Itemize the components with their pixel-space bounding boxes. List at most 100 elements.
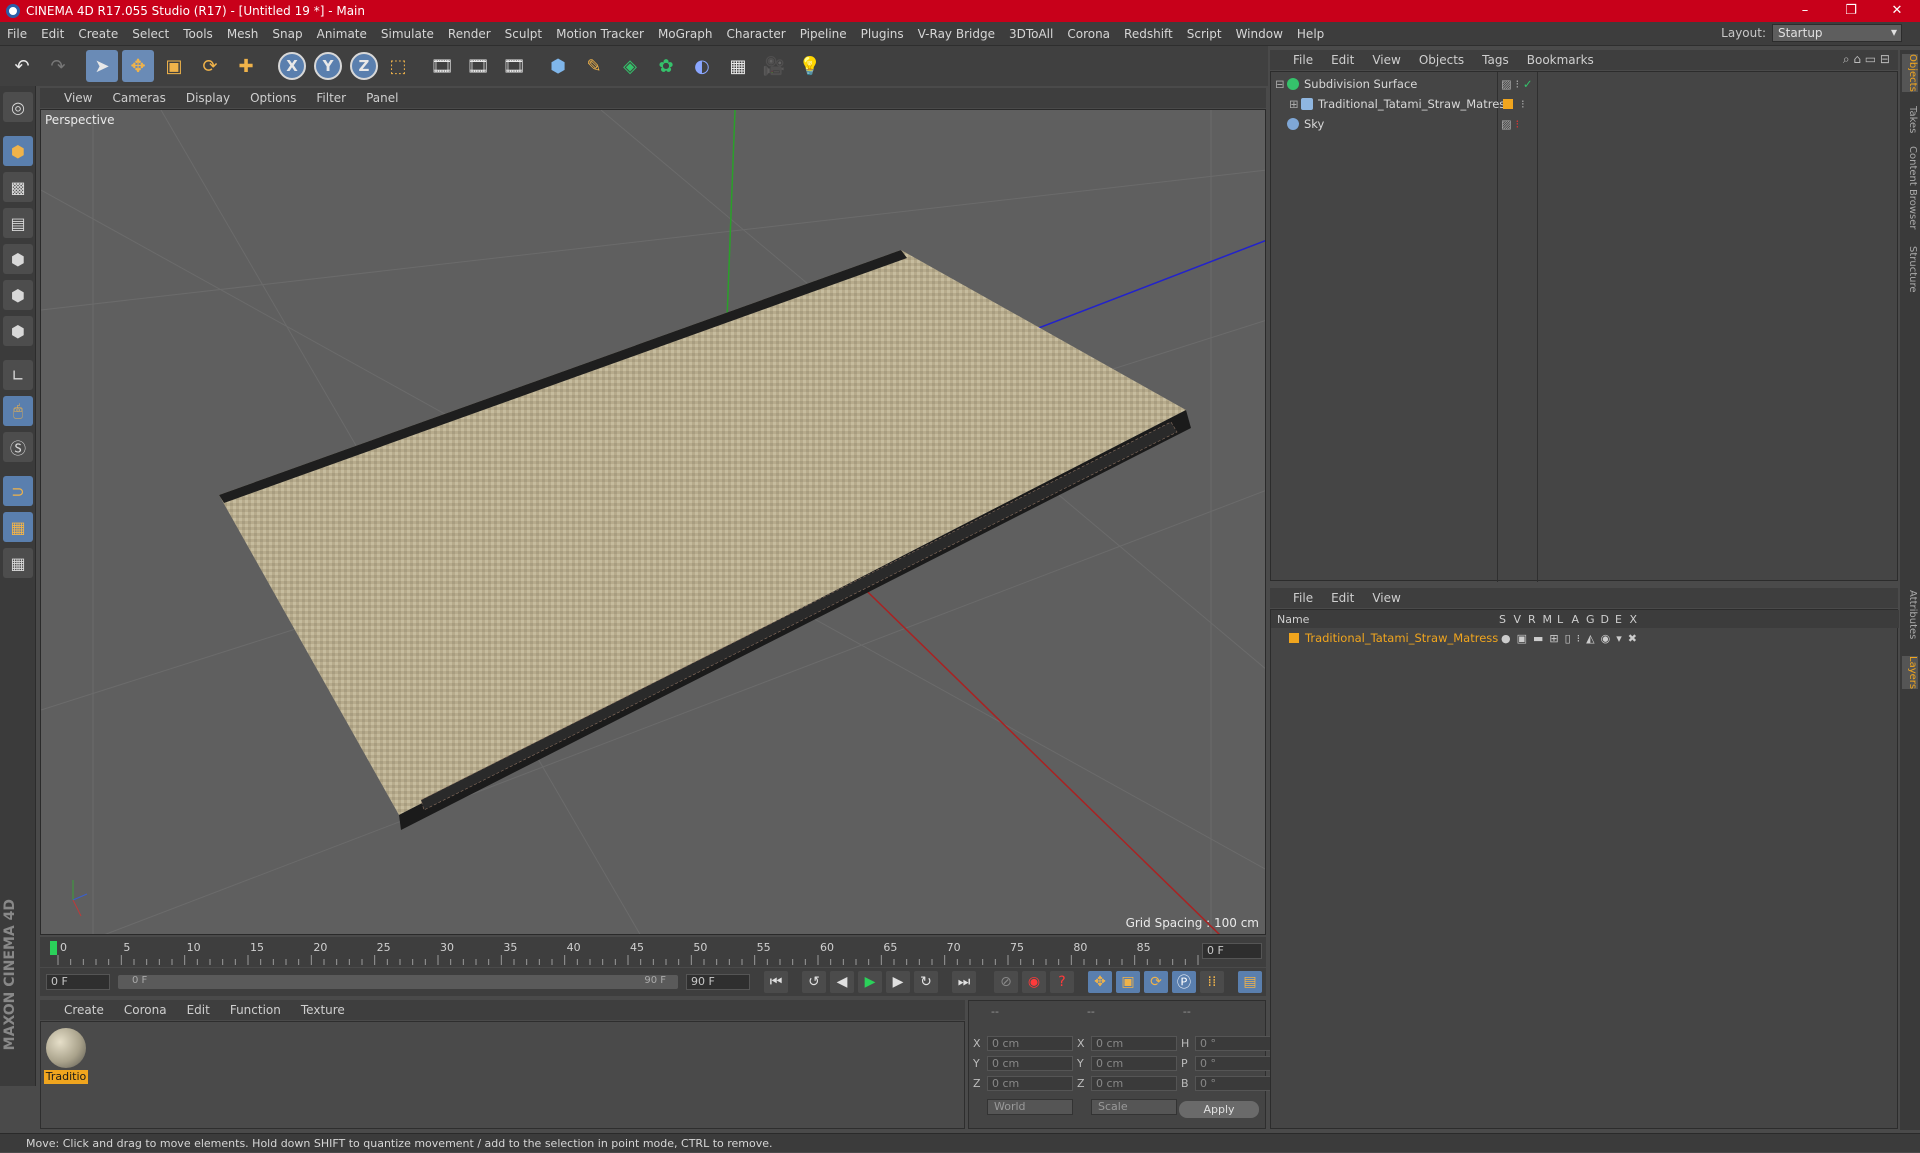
visibility-toggle-icon[interactable]: ▨ ⁝ — [1501, 117, 1519, 131]
snapping-icon[interactable]: Ⓢ — [3, 432, 33, 462]
layer-menu-edit[interactable]: Edit — [1322, 591, 1363, 605]
menu-mograph[interactable]: MoGraph — [651, 27, 720, 41]
go-to-start-icon[interactable]: ⏮ — [764, 971, 788, 993]
viewport-menu-options[interactable]: Options — [240, 91, 306, 105]
viewport-menu-panel[interactable]: Panel — [356, 91, 408, 105]
menu-mesh[interactable]: Mesh — [220, 27, 266, 41]
render-settings-icon[interactable]: 🎞 — [498, 50, 530, 82]
key-point-level-icon[interactable]: ⁞⁞ — [1200, 971, 1224, 993]
object-row-sky[interactable]: Sky ▨ ⁝ — [1271, 114, 1899, 134]
undo-icon[interactable]: ↶ — [6, 50, 38, 82]
position-z-field[interactable]: 0 cm — [987, 1075, 1073, 1091]
collapse-icon[interactable]: ⊟ — [1275, 77, 1287, 91]
menu-plugins[interactable]: Plugins — [854, 27, 911, 41]
go-to-previous-key-icon[interactable]: ↺ — [802, 971, 826, 993]
playhead-marker[interactable] — [50, 941, 57, 955]
menu-character[interactable]: Character — [719, 27, 792, 41]
subdivision-generator-icon[interactable]: ◈ — [614, 50, 646, 82]
menu-edit[interactable]: Edit — [34, 27, 71, 41]
model-mode-icon[interactable]: ⬢ — [3, 136, 33, 166]
current-frame-field[interactable]: 0 F — [1202, 943, 1262, 959]
viewport-menu-view[interactable]: View — [54, 91, 102, 105]
rotation-b-field[interactable]: 0 ° — [1195, 1075, 1281, 1091]
object-menu-edit[interactable]: Edit — [1322, 53, 1363, 67]
tab-content-browser[interactable]: Content Browser — [1902, 146, 1918, 229]
deformer-icon[interactable]: ◐ — [686, 50, 718, 82]
workplane-mode-icon[interactable]: ▤ — [3, 208, 33, 238]
layout-dropdown[interactable]: Startup — [1772, 24, 1902, 42]
material-menu-texture[interactable]: Texture — [291, 1003, 355, 1017]
coordinate-system-icon[interactable]: ⬚ — [382, 50, 414, 82]
menu-pipeline[interactable]: Pipeline — [793, 27, 854, 41]
scale-tool-icon[interactable]: ▣ — [158, 50, 190, 82]
menu-animate[interactable]: Animate — [310, 27, 374, 41]
tab-layers[interactable]: Layers — [1902, 656, 1918, 690]
render-picture-viewer-icon[interactable]: 🎞 — [462, 50, 494, 82]
size-x-field[interactable]: 0 cm — [1091, 1035, 1177, 1051]
autokeying-icon[interactable]: ? — [1050, 971, 1074, 993]
material-menu-function[interactable]: Function — [220, 1003, 291, 1017]
pen-spline-icon[interactable]: ✎ — [578, 50, 610, 82]
material-menu-corona[interactable]: Corona — [114, 1003, 177, 1017]
object-menu-objects[interactable]: Objects — [1410, 53, 1473, 67]
menu-sculpt[interactable]: Sculpt — [498, 27, 549, 41]
texture-mode-icon[interactable]: ▩ — [3, 172, 33, 202]
magnet-icon[interactable]: ⊃ — [3, 476, 33, 506]
edges-mode-icon[interactable]: ⬢ — [3, 280, 33, 310]
apply-button[interactable]: Apply — [1179, 1101, 1259, 1118]
menu-redshift[interactable]: Redshift — [1117, 27, 1180, 41]
object-menu-file[interactable]: File — [1284, 53, 1322, 67]
material-swatch[interactable]: Traditio — [44, 1026, 88, 1084]
x-axis-lock-button[interactable]: X — [278, 52, 306, 80]
menu-create[interactable]: Create — [71, 27, 125, 41]
tab-structure[interactable]: Structure — [1902, 246, 1918, 293]
material-menu-create[interactable]: Create — [54, 1003, 114, 1017]
expand-icon[interactable]: ⊞ — [1289, 97, 1301, 111]
layer-color-swatch[interactable] — [1289, 633, 1299, 643]
rotation-h-field[interactable]: 0 ° — [1195, 1035, 1281, 1051]
position-x-field[interactable]: 0 cm — [987, 1035, 1073, 1051]
menu-select[interactable]: Select — [125, 27, 176, 41]
object-menu-view[interactable]: View — [1363, 53, 1409, 67]
points-mode-icon[interactable]: ⬢ — [3, 244, 33, 274]
timeline-ruler[interactable]: 051015202530354045505560657075808590 0 F — [40, 937, 1266, 967]
selection-arrow-icon[interactable]: ➤ — [86, 50, 118, 82]
polygons-mode-icon[interactable]: ⬢ — [3, 316, 33, 346]
render-view-icon[interactable]: 🎞 — [426, 50, 458, 82]
menu-corona[interactable]: Corona — [1060, 27, 1117, 41]
visibility-toggle-icon[interactable]: ▨ ⁝ ✓ — [1501, 77, 1532, 91]
camera-icon[interactable]: 🎥 — [758, 50, 790, 82]
key-scale-icon[interactable]: ▣ — [1116, 971, 1140, 993]
menu-tools[interactable]: Tools — [176, 27, 220, 41]
tab-attributes[interactable]: Attributes — [1902, 590, 1918, 639]
go-to-next-key-icon[interactable]: ↻ — [914, 971, 938, 993]
solo-icon[interactable]: ▦ — [3, 548, 33, 578]
tatami-mattress-model[interactable] — [219, 250, 1191, 830]
object-row-tatami[interactable]: ⊞ Traditional_Tatami_Straw_Matress ⁝ — [1271, 94, 1899, 114]
redo-icon[interactable]: ↷ — [42, 50, 74, 82]
object-row-subdivision[interactable]: ⊟ Subdivision Surface ▨ ⁝ ✓ — [1271, 74, 1899, 94]
key-rotation-icon[interactable]: ⟳ — [1144, 971, 1168, 993]
viewport-menu-display[interactable]: Display — [176, 91, 240, 105]
record-active-objects-icon[interactable]: ◉ — [1022, 971, 1046, 993]
menu-help[interactable]: Help — [1290, 27, 1331, 41]
make-editable-icon[interactable]: ◎ — [3, 92, 33, 122]
axis-mode-icon[interactable]: ∟ — [3, 360, 33, 390]
menu-file[interactable]: File — [0, 27, 34, 41]
tab-takes[interactable]: Takes — [1902, 106, 1918, 133]
rotation-p-field[interactable]: 0 ° — [1195, 1055, 1281, 1071]
coordinate-space-dropdown[interactable]: World — [987, 1099, 1073, 1115]
z-axis-lock-button[interactable]: Z — [350, 52, 378, 80]
timeline-window-icon[interactable]: ▤ — [1238, 971, 1262, 993]
light-icon[interactable]: 💡 — [794, 50, 826, 82]
layer-menu-view[interactable]: View — [1363, 591, 1409, 605]
visibility-dots-icon[interactable]: ⁝ — [1521, 97, 1525, 111]
viewport-menu-filter[interactable]: Filter — [306, 91, 356, 105]
workplane-lock-icon[interactable]: ▦ — [3, 512, 33, 542]
menu-snap[interactable]: Snap — [265, 27, 309, 41]
end-frame-field[interactable]: 90 F — [686, 974, 750, 990]
object-manager-search-icon[interactable]: ⌕ ⌂ ▭ ⊟ — [1843, 52, 1890, 67]
size-mode-dropdown[interactable]: Scale — [1091, 1099, 1177, 1115]
go-to-end-icon[interactable]: ⏭ — [952, 971, 976, 993]
cube-primitive-icon[interactable]: ⬢ — [542, 50, 574, 82]
